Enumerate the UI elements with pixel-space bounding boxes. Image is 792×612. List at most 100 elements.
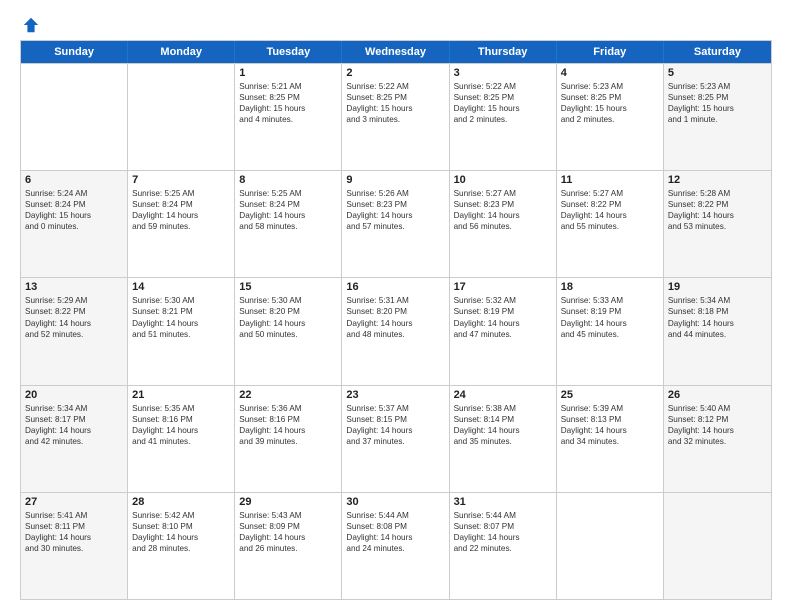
day-number: 13 <box>25 281 123 293</box>
cell-line-1: Sunset: 8:25 PM <box>668 92 767 103</box>
cell-line-2: Daylight: 14 hours <box>454 318 552 329</box>
cell-line-1: Sunset: 8:19 PM <box>454 306 552 317</box>
cell-line-2: Daylight: 14 hours <box>239 318 337 329</box>
cell-line-3: and 37 minutes. <box>346 436 444 447</box>
cell-line-2: Daylight: 14 hours <box>346 210 444 221</box>
cell-line-2: Daylight: 15 hours <box>454 103 552 114</box>
cell-line-2: Daylight: 14 hours <box>346 318 444 329</box>
cell-line-1: Sunset: 8:24 PM <box>239 199 337 210</box>
cell-line-0: Sunrise: 5:44 AM <box>454 510 552 521</box>
day-number: 5 <box>668 67 767 79</box>
weekday-header-saturday: Saturday <box>664 41 771 63</box>
day-cell-21: 21Sunrise: 5:35 AMSunset: 8:16 PMDayligh… <box>128 386 235 492</box>
cell-line-2: Daylight: 14 hours <box>454 210 552 221</box>
cell-line-3: and 2 minutes. <box>454 114 552 125</box>
cell-line-0: Sunrise: 5:22 AM <box>454 81 552 92</box>
day-cell-7: 7Sunrise: 5:25 AMSunset: 8:24 PMDaylight… <box>128 171 235 277</box>
day-cell-1: 1Sunrise: 5:21 AMSunset: 8:25 PMDaylight… <box>235 64 342 170</box>
day-number: 16 <box>346 281 444 293</box>
cell-line-1: Sunset: 8:19 PM <box>561 306 659 317</box>
day-cell-14: 14Sunrise: 5:30 AMSunset: 8:21 PMDayligh… <box>128 278 235 384</box>
day-cell-31: 31 Sunrise: 5:44 AMSunset: 8:07 PMDayligh… <box>450 493 557 599</box>
cell-line-3: and 45 minutes. <box>561 329 659 340</box>
cell-line-1: Sunset: 8:11 PM <box>25 521 123 532</box>
cell-line-2: Daylight: 14 hours <box>132 210 230 221</box>
cell-line-2: Daylight: 14 hours <box>668 318 767 329</box>
cell-line-1: Sunset: 8:25 PM <box>454 92 552 103</box>
page: SundayMondayTuesdayWednesdayThursdayFrid… <box>0 0 792 612</box>
cell-line-0: Sunrise: 5:31 AM <box>346 295 444 306</box>
cell-line-2: Daylight: 15 hours <box>25 210 123 221</box>
cell-line-3: and 0 minutes. <box>25 221 123 232</box>
calendar-row-5: 27Sunrise: 5:41 AMSunset: 8:11 PMDayligh… <box>21 492 771 599</box>
cell-line-0: Sunrise: 5:21 AM <box>239 81 337 92</box>
cell-line-0: Sunrise: 5:42 AM <box>132 510 230 521</box>
day-number: 3 <box>454 67 552 79</box>
day-cell-12: 12Sunrise: 5:28 AMSunset: 8:22 PMDayligh… <box>664 171 771 277</box>
logo <box>20 16 40 32</box>
cell-line-3: and 56 minutes. <box>454 221 552 232</box>
cell-line-0: Sunrise: 5:30 AM <box>132 295 230 306</box>
cell-line-2: Daylight: 14 hours <box>561 318 659 329</box>
cell-line-0: Sunrise: 5:33 AM <box>561 295 659 306</box>
cell-line-2: Daylight: 15 hours <box>346 103 444 114</box>
cell-line-2: Daylight: 14 hours <box>561 425 659 436</box>
day-number: 10 <box>454 174 552 186</box>
cell-line-3: and 57 minutes. <box>346 221 444 232</box>
cell-line-1: Sunset: 8:24 PM <box>25 199 123 210</box>
day-cell-3: 3 Sunrise: 5:22 AMSunset: 8:25 PMDaylight… <box>450 64 557 170</box>
cell-line-1: Sunset: 8:22 PM <box>25 306 123 317</box>
cell-line-1: Sunset: 8:10 PM <box>132 521 230 532</box>
cell-line-0: Sunrise: 5:37 AM <box>346 403 444 414</box>
day-number: 31 <box>454 496 552 508</box>
day-number: 11 <box>561 174 659 186</box>
day-number: 25 <box>561 389 659 401</box>
cell-line-2: Daylight: 14 hours <box>561 210 659 221</box>
cell-line-0: Sunrise: 5:24 AM <box>25 188 123 199</box>
cell-line-1: Sunset: 8:25 PM <box>239 92 337 103</box>
cell-line-3: and 35 minutes. <box>454 436 552 447</box>
cell-line-1: Sunset: 8:07 PM <box>454 521 552 532</box>
calendar-row-4: 20Sunrise: 5:34 AMSunset: 8:17 PMDayligh… <box>21 385 771 492</box>
cell-line-3: and 3 minutes. <box>346 114 444 125</box>
cell-line-2: Daylight: 14 hours <box>239 210 337 221</box>
cell-line-3: and 1 minute. <box>668 114 767 125</box>
header <box>20 16 772 32</box>
cell-line-3: and 52 minutes. <box>25 329 123 340</box>
day-number: 29 <box>239 496 337 508</box>
day-cell-24: 24Sunrise: 5:38 AMSunset: 8:14 PMDayligh… <box>450 386 557 492</box>
cell-line-1: Sunset: 8:17 PM <box>25 414 123 425</box>
calendar-row-2: 6Sunrise: 5:24 AMSunset: 8:24 PMDaylight… <box>21 170 771 277</box>
cell-line-2: Daylight: 14 hours <box>454 425 552 436</box>
day-cell-23: 23Sunrise: 5:37 AMSunset: 8:15 PMDayligh… <box>342 386 449 492</box>
cell-line-3: and 30 minutes. <box>25 543 123 554</box>
cell-line-0: Sunrise: 5:26 AM <box>346 188 444 199</box>
cell-line-0: Sunrise: 5:29 AM <box>25 295 123 306</box>
cell-line-2: Daylight: 14 hours <box>132 532 230 543</box>
cell-line-0: Sunrise: 5:34 AM <box>25 403 123 414</box>
cell-line-3: and 51 minutes. <box>132 329 230 340</box>
day-cell-8: 8Sunrise: 5:25 AMSunset: 8:24 PMDaylight… <box>235 171 342 277</box>
cell-line-2: Daylight: 14 hours <box>668 210 767 221</box>
day-cell-18: 18Sunrise: 5:33 AMSunset: 8:19 PMDayligh… <box>557 278 664 384</box>
day-number: 12 <box>668 174 767 186</box>
cell-line-3: and 59 minutes. <box>132 221 230 232</box>
cell-line-2: Daylight: 14 hours <box>25 532 123 543</box>
day-cell-15: 15 Sunrise: 5:30 AMSunset: 8:20 PMDayligh… <box>235 278 342 384</box>
cell-line-0: Sunrise: 5:30 AM <box>239 295 337 306</box>
day-cell-30: 30Sunrise: 5:44 AMSunset: 8:08 PMDayligh… <box>342 493 449 599</box>
cell-line-1: Sunset: 8:20 PM <box>239 306 337 317</box>
day-number: 15 <box>239 281 337 293</box>
day-number: 1 <box>239 67 337 79</box>
cell-line-2: Daylight: 14 hours <box>454 532 552 543</box>
cell-line-1: Sunset: 8:25 PM <box>346 92 444 103</box>
cell-line-0: Sunrise: 5:23 AM <box>561 81 659 92</box>
weekday-header-monday: Monday <box>128 41 235 63</box>
day-cell-26: 26Sunrise: 5:40 AMSunset: 8:12 PMDayligh… <box>664 386 771 492</box>
cell-line-1: Sunset: 8:20 PM <box>346 306 444 317</box>
day-cell-16: 16 Sunrise: 5:31 AMSunset: 8:20 PMDayligh… <box>342 278 449 384</box>
cell-line-3: and 55 minutes. <box>561 221 659 232</box>
cell-line-1: Sunset: 8:23 PM <box>454 199 552 210</box>
cell-line-0: Sunrise: 5:38 AM <box>454 403 552 414</box>
cell-line-1: Sunset: 8:22 PM <box>668 199 767 210</box>
